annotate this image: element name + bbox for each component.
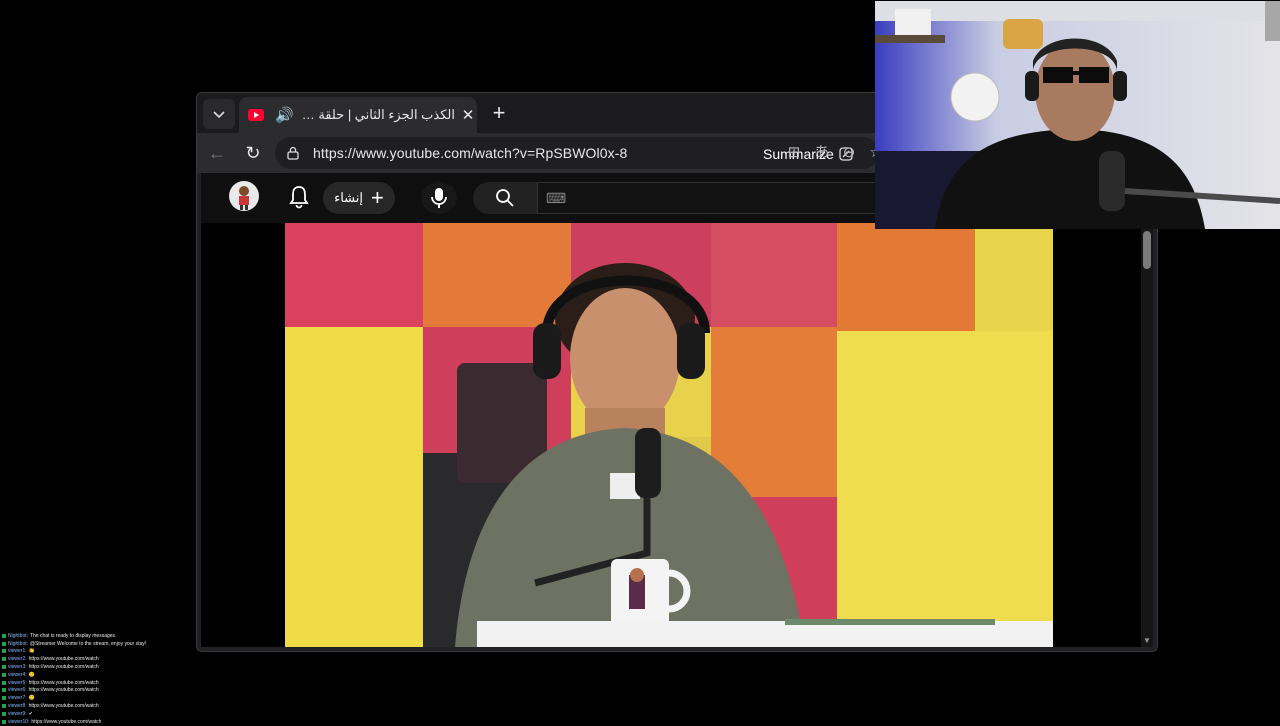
chat-badge-icon — [2, 649, 6, 654]
chat-username: viewer4: — [8, 671, 27, 678]
video-frame[interactable] — [285, 223, 1053, 647]
search-icon — [496, 189, 514, 207]
search-button[interactable] — [473, 182, 537, 214]
tab-audio-icon[interactable]: 🔊 — [275, 106, 294, 124]
reload-button[interactable]: ↻ — [239, 139, 267, 167]
notifications-bell-icon[interactable] — [285, 184, 313, 212]
microphone-icon — [431, 188, 447, 208]
video-player[interactable] — [201, 223, 1141, 647]
create-label: إنشاء — [334, 190, 364, 205]
list-item: viewer8: https://www.youtube.com/watch — [2, 702, 242, 710]
chat-message: https://www.youtube.com/watch — [28, 703, 99, 710]
voice-search-button[interactable] — [421, 182, 457, 214]
chat-badge-icon — [2, 711, 6, 716]
chat-badge-icon — [2, 665, 6, 670]
tab-title: الكذب الجزء الثاني | حلقة لايف م... — [302, 107, 455, 122]
address-url[interactable]: https://www.youtube.com/watch?v=RpSBWOl0… — [313, 145, 627, 161]
list-item: viewer4: 🙂 — [2, 671, 242, 679]
chat-message: https://www.youtube.com/watch — [28, 664, 99, 671]
tab-list-button[interactable] — [203, 99, 235, 129]
chat-badge-icon — [2, 672, 6, 677]
zoom-out-icon[interactable]: ⊖ — [838, 142, 860, 164]
chat-message: 🙂 — [28, 695, 35, 702]
chat-message: 🙂 — [28, 671, 35, 678]
chat-username: viewer1: — [8, 648, 27, 655]
chat-badge-icon — [2, 680, 6, 685]
chat-username: viewer2: — [8, 656, 27, 663]
chevron-down-icon — [213, 111, 225, 119]
chat-badge-icon — [2, 641, 6, 646]
chat-message: https://www.youtube.com/watch — [28, 656, 99, 663]
list-item: viewer1: 👏 — [2, 648, 242, 656]
chat-username: Nightbot: — [8, 640, 29, 647]
chat-badge-icon — [2, 657, 6, 662]
chat-badge-icon — [2, 696, 6, 701]
lock-icon[interactable] — [285, 146, 301, 160]
chat-badge-icon — [2, 688, 6, 693]
chat-message: https://www.youtube.com/watch — [28, 679, 99, 686]
list-item: Nightbot: The chat is ready to display me… — [2, 632, 242, 640]
chat-message: 👏 — [28, 648, 35, 655]
chat-username: Nightbot: — [8, 632, 29, 639]
chat-message: @Streamer Welcome to the stream, enjoy y… — [30, 640, 147, 647]
list-item: viewer10: https://www.youtube.com/watch — [2, 718, 242, 726]
chat-badge-icon — [2, 719, 6, 724]
translate-icon[interactable]: あ — [811, 142, 833, 164]
list-item: viewer9: ✔ — [2, 710, 242, 718]
chat-message: https://www.youtube.com/watch — [28, 687, 99, 694]
keyboard-icon[interactable]: ⌨ — [546, 190, 566, 207]
stream-chat: Nightbot: The chat is ready to display me… — [2, 632, 242, 726]
back-button[interactable]: ← — [203, 139, 231, 167]
list-item: viewer2: https://www.youtube.com/watch — [2, 655, 242, 663]
new-tab-button[interactable]: + — [485, 101, 513, 127]
scroll-thumb[interactable] — [1143, 231, 1151, 269]
list-item: viewer3: https://www.youtube.com/watch — [2, 663, 242, 671]
list-item: viewer7: 🙂 — [2, 694, 242, 702]
plus-icon: + — [371, 185, 384, 210]
chat-badge-icon — [2, 704, 6, 709]
extensions-icon[interactable]: ⊞ — [783, 142, 805, 164]
youtube-favicon-icon — [247, 108, 265, 122]
scroll-down-icon[interactable]: ▼ — [1142, 636, 1152, 645]
list-item: viewer6: https://www.youtube.com/watch — [2, 687, 242, 695]
chat-message: The chat is ready to display messages. — [30, 632, 117, 639]
chat-username: viewer7: — [8, 695, 27, 702]
chat-username: viewer9: — [8, 710, 27, 717]
chat-username: viewer3: — [8, 664, 27, 671]
chat-username: viewer6: — [8, 687, 27, 694]
list-item: viewer5: https://www.youtube.com/watch — [2, 679, 242, 687]
chat-badge-icon — [2, 633, 6, 638]
chat-username: viewer8: — [8, 703, 27, 710]
tab-close-icon[interactable]: ✕ — [459, 106, 477, 124]
chat-username: viewer5: — [8, 679, 27, 686]
list-item: Nightbot: @Streamer Welcome to the stream… — [2, 640, 242, 648]
page-scrollbar[interactable]: ▼ — [1141, 223, 1153, 647]
avatar[interactable] — [229, 181, 259, 211]
webcam-overlay — [875, 1, 1280, 229]
create-button[interactable]: إنشاء + — [323, 182, 395, 214]
browser-tab-active[interactable]: 🔊 الكذب الجزء الثاني | حلقة لايف م... ✕ — [239, 97, 477, 133]
search-input[interactable]: ⌨ — [537, 182, 877, 214]
chat-message: ✔ — [28, 710, 33, 717]
